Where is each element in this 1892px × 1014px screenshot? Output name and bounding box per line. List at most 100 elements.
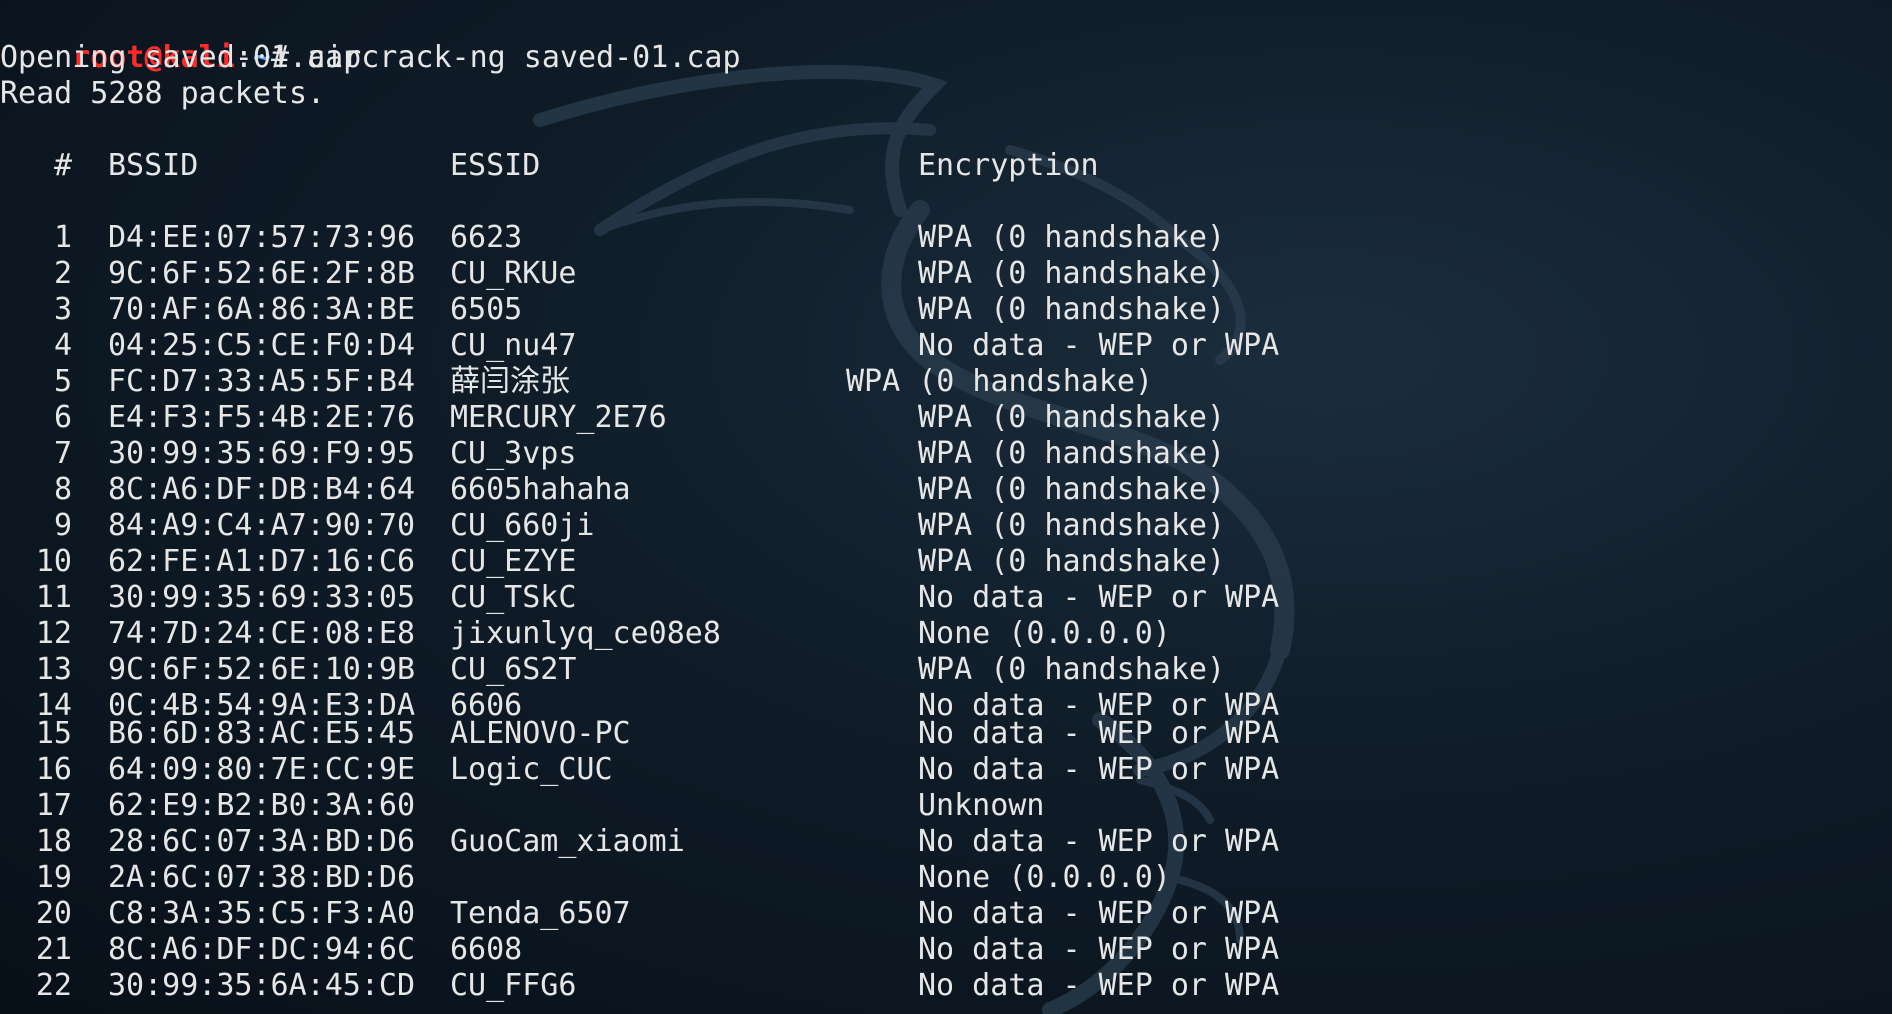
row-bssid: 8C:A6:DF:DC:94:6C xyxy=(108,932,416,967)
row-essid: CU_RKUe xyxy=(450,256,577,291)
row-bssid: 30:99:35:69:F9:95 xyxy=(108,436,416,471)
row-bssid: 64:09:80:7E:CC:9E xyxy=(108,752,416,787)
row-num: 16 xyxy=(35,752,72,787)
table-row: 7 30:99:35:69:F9:95 CU_3vps WPA (0 handshak… xyxy=(0,436,1892,472)
row-bssid: 9C:6F:52:6E:10:9B xyxy=(108,652,416,687)
row-num: 2 xyxy=(53,256,72,291)
row-num: 9 xyxy=(53,508,72,543)
row-essid: jixunlyq_ce08e8 xyxy=(450,616,721,651)
row-bssid: B6:6D:83:AC:E5:45 xyxy=(108,716,416,751)
header-essid: ESSID xyxy=(450,148,541,183)
row-essid: Tenda_6507 xyxy=(450,896,631,931)
row-num: 11 xyxy=(35,580,72,615)
table-row: 13 9C:6F:52:6E:10:9B CU_6S2T WPA (0 handsha… xyxy=(0,652,1892,688)
row-encryption: Unknown xyxy=(918,788,1045,823)
output-line-opening: Opening saved-01.cap xyxy=(0,40,362,75)
row-num: 17 xyxy=(35,788,72,823)
row-encryption: WPA (0 handshake) xyxy=(846,364,1154,399)
row-bssid: 84:A9:C4:A7:90:70 xyxy=(108,508,416,543)
row-num: 18 xyxy=(35,824,72,859)
row-bssid: 62:FE:A1:D7:16:C6 xyxy=(108,544,416,579)
row-essid: CU_FFG6 xyxy=(450,968,577,1003)
row-encryption: No data - WEP or WPA xyxy=(918,752,1280,787)
row-num: 6 xyxy=(53,400,72,435)
row-essid: CU_660ji xyxy=(450,508,595,543)
row-essid: CU_EZYE xyxy=(450,544,577,579)
table-row: 5 FC:D7:33:A5:5F:B4 薛闫涂张 WPA (0 handshake) xyxy=(0,364,1892,400)
row-num: 22 xyxy=(35,968,72,1003)
row-encryption: WPA (0 handshake) xyxy=(918,436,1226,471)
row-encryption: No data - WEP or WPA xyxy=(918,932,1280,967)
row-num: 5 xyxy=(53,364,72,399)
row-encryption: WPA (0 handshake) xyxy=(918,220,1226,255)
row-encryption: No data - WEP or WPA xyxy=(918,328,1280,363)
row-essid: 6623 xyxy=(450,220,523,255)
row-bssid: 2A:6C:07:38:BD:D6 xyxy=(108,860,416,895)
table-row: 12 74:7D:24:CE:08:E8 jixunlyq_ce08e8 None (… xyxy=(0,616,1892,652)
table-row: 3 70:AF:6A:86:3A:BE 6505 WPA (0 handshake) xyxy=(0,292,1892,328)
row-bssid: 62:E9:B2:B0:3A:60 xyxy=(108,788,416,823)
row-bssid: C8:3A:35:C5:F3:A0 xyxy=(108,896,416,931)
row-essid: 6505 xyxy=(450,292,523,327)
row-num: 1 xyxy=(53,220,72,255)
row-bssid: D4:EE:07:57:73:96 xyxy=(108,220,416,255)
row-encryption: None (0.0.0.0) xyxy=(918,860,1171,895)
row-essid: 6605hahaha xyxy=(450,472,631,507)
row-bssid: 04:25:C5:CE:F0:D4 xyxy=(108,328,416,363)
row-bssid: FC:D7:33:A5:5F:B4 xyxy=(108,364,416,399)
row-encryption: WPA (0 handshake) xyxy=(918,544,1226,579)
row-essid: CU_TSkC xyxy=(450,580,577,615)
row-encryption: No data - WEP or WPA xyxy=(918,968,1280,1003)
terminal-window[interactable]: root@kali:~# aircrack-ng saved-01.cap Op… xyxy=(0,0,1892,1014)
row-bssid: 30:99:35:69:33:05 xyxy=(108,580,416,615)
table-row: 6 E4:F3:F5:4B:2E:76 MERCURY_2E76 WPA (0 han… xyxy=(0,400,1892,436)
header-num: # xyxy=(53,148,72,183)
table-row: 11 30:99:35:69:33:05 CU_TSkC No data - WEP … xyxy=(0,580,1892,616)
header-bssid: BSSID xyxy=(108,148,199,183)
row-num: 3 xyxy=(53,292,72,327)
row-encryption: WPA (0 handshake) xyxy=(918,472,1226,507)
row-encryption: WPA (0 handshake) xyxy=(918,292,1226,327)
row-num: 19 xyxy=(35,860,72,895)
row-num: 4 xyxy=(53,328,72,363)
row-encryption: WPA (0 handshake) xyxy=(918,400,1226,435)
row-essid: GuoCam_xiaomi xyxy=(450,824,685,859)
row-bssid: 8C:A6:DF:DB:B4:64 xyxy=(108,472,416,507)
row-encryption: None (0.0.0.0) xyxy=(918,616,1171,651)
row-bssid: 74:7D:24:CE:08:E8 xyxy=(108,616,416,651)
table-row: 10 62:FE:A1:D7:16:C6 CU_EZYE WPA (0 handsha… xyxy=(0,544,1892,580)
row-num: 8 xyxy=(53,472,72,507)
table-row: 19 2A:6C:07:38:BD:D6 None (0.0.0.0) xyxy=(0,860,1892,896)
table-row: 22 30:99:35:6A:45:CD CU_FFG6 No data - WEP … xyxy=(0,968,1892,1004)
row-encryption: No data - WEP or WPA xyxy=(918,824,1280,859)
row-essid: 薛闫涂张 xyxy=(450,364,570,399)
row-encryption: No data - WEP or WPA xyxy=(918,896,1280,931)
row-encryption: WPA (0 handshake) xyxy=(918,508,1226,543)
row-num: 7 xyxy=(53,436,72,471)
row-bssid: 9C:6F:52:6E:2F:8B xyxy=(108,256,416,291)
table-row: 20 C8:3A:35:C5:F3:A0 Tenda_6507 No data - W… xyxy=(0,896,1892,932)
table-row: 16 64:09:80:7E:CC:9E Logic_CUC No data - WE… xyxy=(0,752,1892,788)
table-row: 15 B6:6D:83:AC:E5:45 ALENOVO-PC No data - W… xyxy=(0,716,1892,752)
row-bssid: 70:AF:6A:86:3A:BE xyxy=(108,292,416,327)
row-essid: MERCURY_2E76 xyxy=(450,400,667,435)
row-num: 20 xyxy=(35,896,72,931)
row-encryption: WPA (0 handshake) xyxy=(918,652,1226,687)
table-row: 21 8C:A6:DF:DC:94:6C 6608 No data - WEP or … xyxy=(0,932,1892,968)
row-bssid: 28:6C:07:3A:BD:D6 xyxy=(108,824,416,859)
table-row: 2 9C:6F:52:6E:2F:8B CU_RKUe WPA (0 handshak… xyxy=(0,256,1892,292)
table-row: 1 D4:EE:07:57:73:96 6623 WPA (0 handshake) xyxy=(0,220,1892,256)
table-row: 18 28:6C:07:3A:BD:D6 GuoCam_xiaomi No data … xyxy=(0,824,1892,860)
row-encryption: WPA (0 handshake) xyxy=(918,256,1226,291)
command-text: aircrack-ng saved-01.cap xyxy=(307,40,741,75)
table-row: 17 62:E9:B2:B0:3A:60 Unknown xyxy=(0,788,1892,824)
row-encryption: No data - WEP or WPA xyxy=(918,716,1280,751)
row-essid: ALENOVO-PC xyxy=(450,716,631,751)
row-num: 21 xyxy=(35,932,72,967)
output-line-read-packets: Read 5288 packets. xyxy=(0,76,326,111)
table-row: 9 84:A9:C4:A7:90:70 CU_660ji WPA (0 handsha… xyxy=(0,508,1892,544)
row-essid: CU_6S2T xyxy=(450,652,577,687)
table-row: 8 8C:A6:DF:DB:B4:64 6605hahaha WPA (0 hands… xyxy=(0,472,1892,508)
table-header: # BSSID ESSID Encryption xyxy=(0,148,1892,184)
row-essid: 6608 xyxy=(450,932,523,967)
